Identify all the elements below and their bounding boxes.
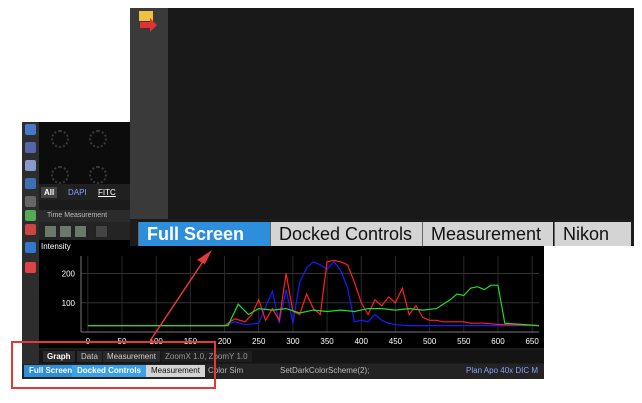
tab-nikon[interactable]: Nikon [554, 222, 631, 246]
exit-icon[interactable] [130, 8, 168, 38]
tab-full-screen[interactable]: Full Screen [138, 222, 271, 246]
zoom-toolbar [130, 8, 168, 246]
tab-docked-controls[interactable]: Docked Controls [270, 222, 423, 246]
tab-measurement[interactable]: Measurement [422, 222, 553, 246]
zoom-tab-bar: Full Screen Docked Controls Measurement … [130, 219, 634, 246]
zoom-overlay: Full Screen Docked Controls Measurement … [130, 8, 634, 246]
